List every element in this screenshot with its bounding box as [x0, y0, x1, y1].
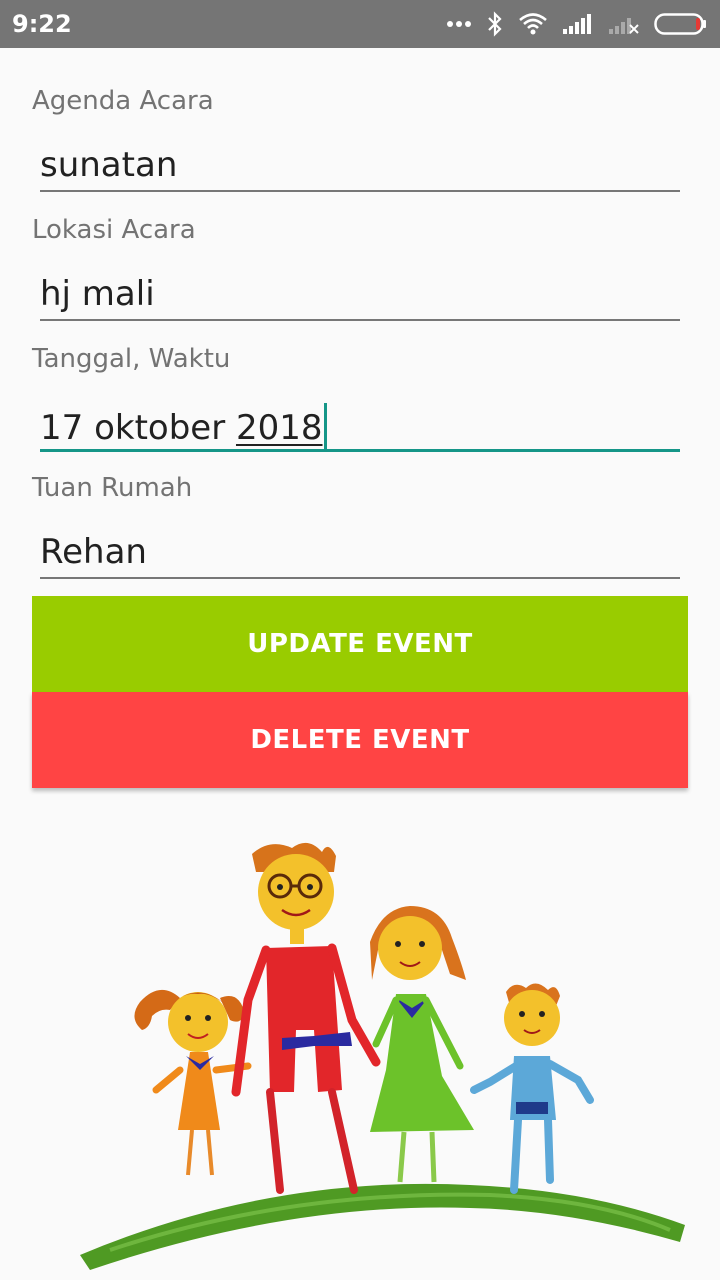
status-time: 9:22	[12, 10, 72, 38]
tanggal-label: Tanggal, Waktu	[32, 344, 231, 374]
lokasi-label: Lokasi Acara	[32, 215, 196, 245]
delete-event-button[interactable]: DELETE EVENT	[32, 692, 688, 788]
more-dots-icon	[447, 21, 471, 27]
lokasi-input[interactable]: hj mali	[40, 274, 155, 314]
status-icons	[446, 8, 708, 40]
agenda-label: Agenda Acara	[32, 86, 214, 116]
agenda-input-underline	[40, 190, 680, 192]
mother-figure	[370, 906, 474, 1183]
tanggal-input-composing-text: 2018	[235, 408, 323, 448]
tanggal-input-underline	[40, 449, 680, 452]
battery-icon	[654, 13, 706, 35]
signal-icon	[563, 14, 591, 34]
tanggal-input[interactable]: 17 oktober 2018	[40, 403, 327, 449]
tanggal-input-text: 17 oktober	[40, 408, 236, 448]
text-cursor	[323, 403, 327, 449]
bluetooth-icon	[488, 11, 502, 37]
tuan-rumah-input-underline	[40, 577, 680, 579]
update-event-button[interactable]: UPDATE EVENT	[32, 596, 688, 692]
father-figure	[231, 842, 381, 1194]
girl-figure	[134, 989, 252, 1176]
status-bar: 9:22	[0, 0, 720, 48]
tuan-rumah-label: Tuan Rumah	[32, 473, 193, 503]
lokasi-input-underline	[40, 319, 680, 321]
wifi-icon	[519, 13, 547, 35]
family-illustration	[80, 842, 685, 1270]
boy-figure	[470, 983, 594, 1194]
no-signal-icon	[609, 18, 639, 34]
agenda-input[interactable]: sunatan	[40, 145, 177, 185]
tuan-rumah-input[interactable]: Rehan	[40, 532, 147, 572]
